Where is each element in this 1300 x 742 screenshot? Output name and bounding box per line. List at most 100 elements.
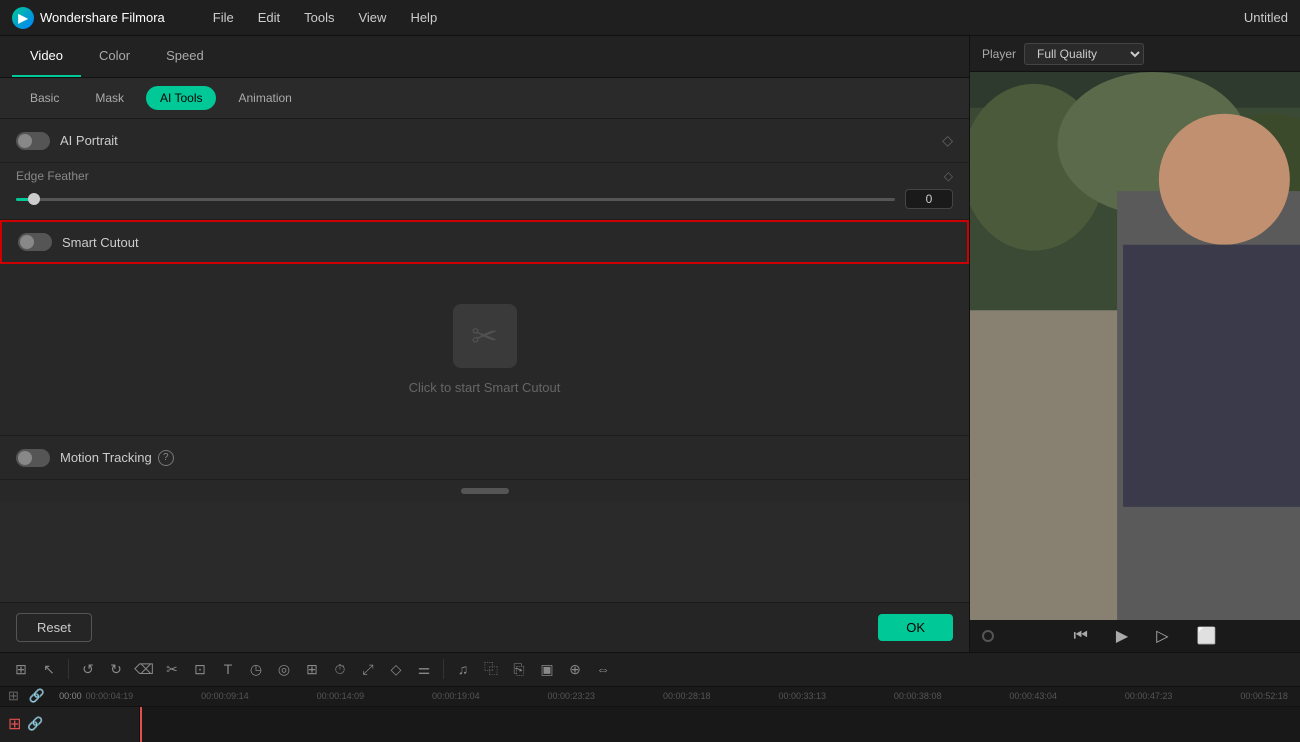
delete-icon[interactable]: ⌫ (133, 658, 155, 680)
main-content: Video Color Speed Basic Mask AI Tools An… (0, 36, 1300, 652)
audio-icon[interactable]: ♫ (452, 658, 474, 680)
smart-cutout-row: Smart Cutout (0, 220, 969, 264)
play-alt-button[interactable]: ▷ (1150, 624, 1174, 648)
sub-tab-row: Basic Mask AI Tools Animation (0, 78, 969, 119)
edge-feather-diamond-icon: ◇ (944, 169, 953, 183)
ts-7: 00:00:33:13 (778, 691, 826, 701)
track-add-icon[interactable]: ⊞ (8, 714, 21, 734)
timer-icon[interactable]: ◷ (245, 658, 267, 680)
edge-feather-value[interactable]: 0 (905, 189, 953, 209)
arrows-icon[interactable]: ⇔ (592, 658, 614, 680)
grid-icon[interactable]: ⊞ (10, 658, 32, 680)
app-logo-icon: ▶ (12, 7, 34, 29)
edge-feather-slider-thumb[interactable] (28, 193, 40, 205)
step-back-button[interactable]: ⏮ (1068, 624, 1094, 648)
ruler-controls: ⊞ 🔗 00:00 00:00:04:19 00:00:09:14 00:00:… (0, 687, 1300, 707)
ts-3: 00:00:14:09 (317, 691, 365, 701)
ts-8: 00:00:38:08 (894, 691, 942, 701)
left-panel: Video Color Speed Basic Mask AI Tools An… (0, 36, 970, 652)
track-content[interactable] (140, 707, 1300, 742)
smart-cutout-area[interactable]: ✂ Click to start Smart Cutout (0, 264, 969, 436)
crop-icon[interactable]: ⊡ (189, 658, 211, 680)
play-button[interactable]: ▶ (1110, 624, 1134, 648)
motion-tracking-label: Motion Tracking (60, 450, 152, 465)
panel-content: AI Portrait ◇ Edge Feather ◇ 0 (0, 119, 969, 602)
motion-tracking-toggle-knob (18, 451, 32, 465)
menu-edit[interactable]: Edit (254, 6, 284, 29)
menu-help[interactable]: Help (406, 6, 441, 29)
video-preview (970, 72, 1300, 620)
scroll-area (0, 480, 969, 502)
stop-button[interactable]: ⬜ (1191, 624, 1223, 648)
edge-feather-label-row: Edge Feather ◇ (0, 163, 969, 185)
right-panel: Player Full Quality Half Quality Quarter… (970, 36, 1300, 652)
ts-2: 00:00:09:14 (201, 691, 249, 701)
edge-feather-slider-row: 0 (0, 185, 969, 220)
app-name: Wondershare Filmora (40, 10, 165, 25)
smart-cutout-icon: ✂ (453, 304, 517, 368)
app-logo: ▶ Wondershare Filmora (12, 7, 165, 29)
sub-tab-mask[interactable]: Mask (81, 86, 138, 110)
ai-portrait-diamond-icon: ◇ (942, 132, 953, 149)
motion-tracking-toggle[interactable] (16, 449, 50, 467)
video-preview-svg (970, 72, 1300, 620)
ai-portrait-row: AI Portrait ◇ (0, 119, 969, 163)
timeline-toolbar: ⊞ ↖ ↺ ↻ ⌫ ✂ ⊡ T ◷ ◎ ⊞ ⏱ ⤢ ◇ ⚌ ♫ ⿻ ⎘ ▣ ⊕ … (0, 653, 1300, 687)
smart-cutout-toggle[interactable] (18, 233, 52, 251)
sub-tab-animation[interactable]: Animation (224, 86, 305, 110)
divider-2 (443, 659, 444, 679)
timeline-section: ⊞ ↖ ↺ ↻ ⌫ ✂ ⊡ T ◷ ◎ ⊞ ⏱ ⤢ ◇ ⚌ ♫ ⿻ ⎘ ▣ ⊕ … (0, 652, 1300, 742)
link-icon[interactable]: 🔗 (29, 688, 45, 704)
timeline-track-area: ⊞ 🔗 (0, 707, 1300, 742)
bottom-bar: Reset OK (0, 602, 969, 652)
redo-icon[interactable]: ↻ (105, 658, 127, 680)
quality-select[interactable]: Full Quality Half Quality Quarter Qualit… (1024, 43, 1144, 65)
tab-video[interactable]: Video (12, 36, 81, 77)
ai-portrait-toggle[interactable] (16, 132, 50, 150)
menu-file[interactable]: File (209, 6, 238, 29)
ts-1: 00:00:04:19 (86, 691, 134, 701)
motion-tracking-help-icon[interactable]: ? (158, 450, 174, 466)
track-left-panel: ⊞ 🔗 (0, 707, 140, 742)
cut-icon[interactable]: ✂ (161, 658, 183, 680)
ts-6: 00:00:28:18 (663, 691, 711, 701)
edge-feather-slider-track[interactable] (16, 198, 895, 201)
copy-icon[interactable]: ⿻ (480, 658, 502, 680)
sub-tab-basic[interactable]: Basic (16, 86, 73, 110)
cursor-icon[interactable]: ↖ (38, 658, 60, 680)
edge-feather-label: Edge Feather (16, 169, 89, 183)
divider-1 (68, 659, 69, 679)
attach-icon[interactable]: ⎘ (508, 658, 530, 680)
sub-tab-ai-tools[interactable]: AI Tools (146, 86, 216, 110)
menu-view[interactable]: View (354, 6, 390, 29)
reset-button[interactable]: Reset (16, 613, 92, 642)
player-timeline: ⏮ ▶ ▷ ⬜ (970, 620, 1300, 652)
sliders-icon[interactable]: ⚌ (413, 658, 435, 680)
ts-5: 00:00:23:23 (548, 691, 596, 701)
tab-speed[interactable]: Speed (148, 36, 222, 77)
speed-icon[interactable]: ⏱ (329, 658, 351, 680)
effect-icon[interactable]: ◎ (273, 658, 295, 680)
ok-button[interactable]: OK (878, 614, 953, 641)
player-label: Player (982, 47, 1016, 61)
add-track-icon[interactable]: ⊞ (8, 688, 19, 704)
ts-4: 00:00:19:04 (432, 691, 480, 701)
transform-icon[interactable]: ⊞ (301, 658, 323, 680)
menu-tools[interactable]: Tools (300, 6, 338, 29)
layer-icon[interactable]: ▣ (536, 658, 558, 680)
scroll-thumb[interactable] (461, 488, 509, 494)
menu-bar: ▶ Wondershare Filmora File Edit Tools Vi… (0, 0, 1300, 36)
diamond-icon[interactable]: ◇ (385, 658, 407, 680)
motion-tracking-row: Motion Tracking ? (0, 436, 969, 480)
fit-icon[interactable]: ⤢ (357, 658, 379, 680)
text-icon[interactable]: T (217, 658, 239, 680)
marker-icon[interactable]: ⊕ (564, 658, 586, 680)
tab-color[interactable]: Color (81, 36, 148, 77)
player-bar: Player Full Quality Half Quality Quarter… (970, 36, 1300, 72)
ts-11: 00:00:52:18 (1240, 691, 1288, 701)
ts-9: 00:00:43:04 (1009, 691, 1057, 701)
undo-icon[interactable]: ↺ (77, 658, 99, 680)
track-link-icon[interactable]: 🔗 (27, 716, 43, 732)
main-tab-row: Video Color Speed (0, 36, 969, 78)
player-position-indicator[interactable] (982, 630, 994, 642)
